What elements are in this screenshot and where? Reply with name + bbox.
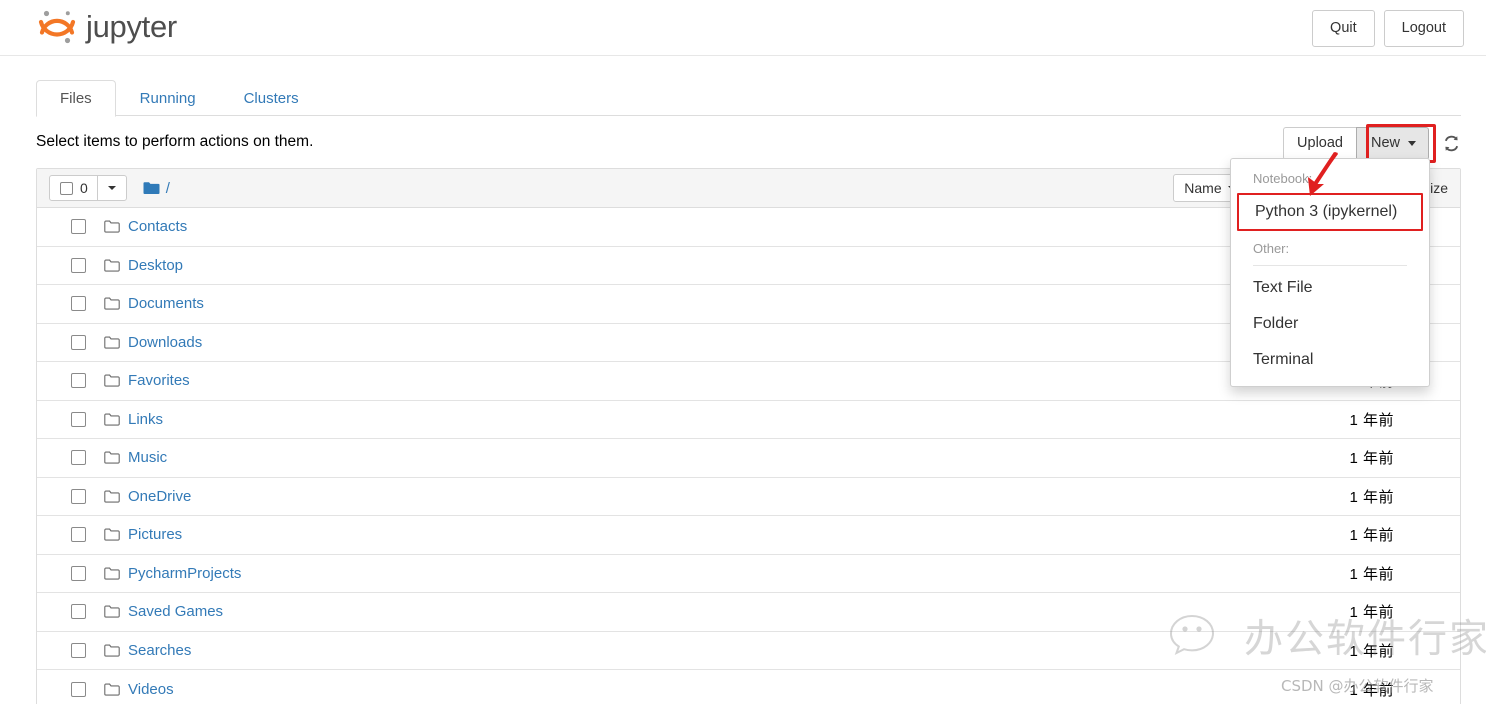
file-name-link[interactable]: Contacts [128, 217, 187, 236]
dropdown-item-text-file[interactable]: Text File [1231, 270, 1429, 306]
select-all-checkbox[interactable] [60, 181, 73, 195]
folder-outline-icon [104, 297, 120, 310]
select-all-cell[interactable]: 0 [50, 176, 98, 200]
folder-outline-icon [104, 413, 120, 426]
file-name-link[interactable]: Links [128, 410, 163, 429]
logout-button[interactable]: Logout [1383, 10, 1464, 47]
select-all-group[interactable]: 0 [49, 175, 127, 201]
tab-running[interactable]: Running [116, 80, 220, 117]
file-modified-time: 1 年前 [1349, 565, 1394, 583]
row-checkbox[interactable] [71, 373, 86, 389]
row-checkbox[interactable] [71, 411, 86, 427]
table-row[interactable]: Saved Games 1 年前 [37, 593, 1460, 632]
dropdown-item-terminal[interactable]: Terminal [1231, 342, 1429, 378]
row-checkbox[interactable] [71, 642, 86, 658]
app-header: jupyter Quit Logout [0, 0, 1486, 56]
file-name-link[interactable]: Music [128, 448, 167, 467]
file-name-link[interactable]: Videos [128, 680, 174, 699]
folder-outline-icon [104, 683, 120, 696]
file-name-link[interactable]: Searches [128, 641, 191, 660]
row-checkbox[interactable] [71, 488, 86, 504]
new-button[interactable]: New [1355, 127, 1429, 160]
row-checkbox[interactable] [71, 296, 86, 312]
file-name-link[interactable]: Favorites [128, 371, 190, 390]
file-modified-time: 1 年前 [1349, 527, 1394, 545]
file-name-link[interactable]: Saved Games [128, 602, 223, 621]
sort-label: Name [1184, 180, 1222, 196]
select-menu-button[interactable] [98, 176, 126, 200]
file-modified-time: 1 年前 [1349, 604, 1394, 622]
dropdown-divider [1253, 265, 1407, 266]
file-name-link[interactable]: OneDrive [128, 487, 191, 506]
table-row[interactable]: PycharmProjects 1 年前 [37, 555, 1460, 593]
dropdown-item-folder[interactable]: Folder [1231, 306, 1429, 342]
folder-outline-icon [104, 336, 120, 349]
header-buttons: Quit Logout [1312, 10, 1464, 47]
new-button-label: New [1370, 135, 1400, 151]
folder-icon [143, 182, 160, 194]
file-modified-time: 1 年前 [1349, 488, 1394, 506]
table-row[interactable]: OneDrive 1 年前 [37, 478, 1460, 516]
folder-outline-icon [104, 374, 120, 387]
row-checkbox[interactable] [71, 527, 86, 543]
file-modified-time: 1 年前 [1349, 642, 1394, 660]
main-tabs: Files Running Clusters [36, 80, 1461, 117]
refresh-button[interactable] [1438, 128, 1464, 158]
row-checkbox[interactable] [71, 450, 86, 466]
folder-outline-icon [104, 567, 120, 580]
folder-outline-icon [104, 451, 120, 464]
folder-outline-icon [104, 528, 120, 541]
folder-outline-icon [104, 490, 120, 503]
select-items-note: Select items to perform actions on them. [36, 133, 314, 150]
file-modified-time: 1 年前 [1349, 681, 1394, 699]
folder-outline-icon [104, 220, 120, 233]
chevron-down-icon [107, 186, 116, 190]
file-modified-time: 1 年前 [1349, 450, 1394, 468]
quit-button[interactable]: Quit [1312, 10, 1375, 47]
file-name-link[interactable]: PycharmProjects [128, 564, 241, 583]
dropdown-other-header: Other: [1253, 241, 1290, 256]
table-row[interactable]: Pictures 1 年前 [37, 516, 1460, 555]
row-checkbox[interactable] [71, 565, 86, 581]
row-checkbox[interactable] [71, 219, 86, 235]
file-name-link[interactable]: Documents [128, 294, 204, 313]
table-row[interactable]: Searches 1 年前 [37, 632, 1460, 670]
table-row[interactable]: Videos 1 年前 [37, 670, 1460, 704]
breadcrumb-path[interactable]: / [166, 180, 170, 197]
selected-count: 0 [80, 180, 88, 196]
folder-outline-icon [104, 259, 120, 272]
tab-files[interactable]: Files [36, 80, 116, 117]
jupyter-logo-icon [38, 10, 76, 44]
row-checkbox[interactable] [71, 604, 86, 620]
table-row[interactable]: Music 1 年前 [37, 439, 1460, 478]
tab-clusters[interactable]: Clusters [220, 80, 323, 117]
file-modified-time: 1 年前 [1349, 411, 1394, 429]
red-arrow-annotation [1308, 152, 1338, 196]
table-row[interactable]: Links 1 年前 [37, 401, 1460, 439]
caret-down-icon [1408, 140, 1416, 146]
jupyter-logo[interactable]: jupyter [36, 5, 177, 49]
file-name-link[interactable]: Downloads [128, 333, 202, 352]
row-checkbox[interactable] [71, 681, 86, 697]
file-name-link[interactable]: Pictures [128, 525, 182, 544]
folder-outline-icon [104, 605, 120, 618]
refresh-icon [1444, 135, 1458, 152]
folder-outline-icon [104, 644, 120, 657]
row-checkbox[interactable] [71, 257, 86, 273]
row-checkbox[interactable] [71, 334, 86, 350]
breadcrumb[interactable]: / [143, 180, 170, 197]
brand-text: jupyter [86, 9, 177, 44]
file-name-link[interactable]: Desktop [128, 256, 183, 275]
